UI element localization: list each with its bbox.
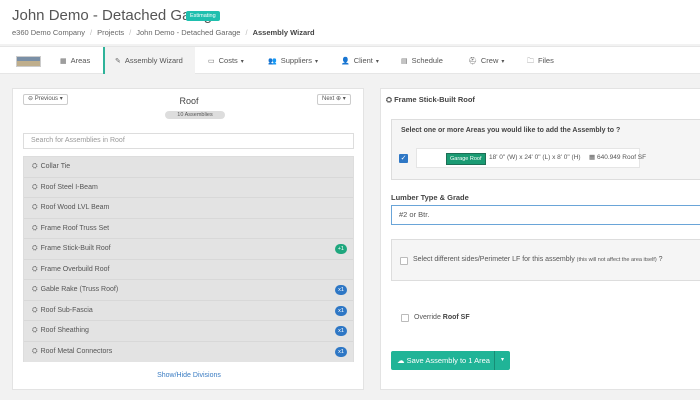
page-header: John Demo - Detached Garage Estimating e… bbox=[0, 0, 700, 44]
money-icon: ▭ bbox=[208, 58, 215, 65]
nav-suppliers[interactable]: 👥 Suppliers ▾ bbox=[268, 47, 318, 74]
help-icon: ? bbox=[616, 127, 621, 134]
perimeter-label: Select different sides/Perimeter LF for … bbox=[413, 256, 663, 263]
nav-schedule[interactable]: ▤ Schedule bbox=[401, 47, 443, 74]
area-dimensions: 18' 0" (W) x 24' 0" (L) x 8' 0" (H) bbox=[489, 154, 581, 161]
perimeter-box: Select different sides/Perimeter LF for … bbox=[391, 239, 700, 281]
cubes-icon: ⛭ bbox=[32, 163, 38, 170]
division-title: Roof bbox=[179, 96, 199, 106]
nav-assembly-wizard[interactable]: ✎ Assembly Wizard bbox=[103, 47, 195, 74]
cubes-icon: ⛭ bbox=[32, 265, 38, 273]
list-item[interactable]: ⛭ Roof Metal Connectors x1 bbox=[24, 341, 353, 362]
added-count-badge: x1 bbox=[335, 305, 347, 316]
added-count-badge: x1 bbox=[335, 285, 347, 295]
grid-icon: ▦ bbox=[60, 58, 67, 65]
area-row[interactable]: Garage Roof 18' 0" (W) x 24' 0" (L) x 8'… bbox=[416, 148, 646, 168]
nav-areas[interactable]: ▦ Areas bbox=[60, 47, 90, 74]
lumber-label: Lumber Type & Grade bbox=[391, 193, 469, 202]
override-label: Override Roof SF bbox=[414, 314, 470, 321]
area-checkbox[interactable]: ✓ bbox=[399, 154, 408, 163]
assembly-search-input[interactable]: Search for Assemblies in Roof bbox=[23, 133, 354, 149]
assembly-count-badge: 10 Assemblies bbox=[165, 111, 225, 119]
list-item[interactable]: ⛭ Roof Wood LVL Beam bbox=[24, 198, 353, 219]
calendar-icon: ▤ bbox=[401, 58, 408, 65]
list-item[interactable]: ⛭ Collar Tie bbox=[24, 157, 353, 178]
arrow-right-icon: ⊕ bbox=[336, 96, 342, 102]
breadcrumb-company[interactable]: e360 Demo Company bbox=[12, 28, 85, 37]
chevron-down-icon: ▾ bbox=[315, 59, 319, 65]
show-hide-divisions-link[interactable]: Show/Hide Divisions bbox=[13, 372, 365, 379]
nav-crew[interactable]: ⛑ Crew ▾ bbox=[468, 47, 504, 74]
added-count-badge: +1 bbox=[334, 244, 347, 254]
project-thumbnail[interactable] bbox=[16, 56, 41, 67]
chevron-down-icon: ▾ bbox=[240, 59, 244, 65]
list-item[interactable]: ⛭ Roof Sheathing x1 bbox=[24, 321, 353, 342]
override-row: Override Roof SF bbox=[391, 311, 700, 337]
wand-icon: ✎ bbox=[115, 58, 121, 65]
added-count-badge: x1 bbox=[335, 326, 347, 336]
crew-icon: ⛑ bbox=[468, 58, 477, 65]
list-item[interactable]: ⛭ Frame Roof Truss Set bbox=[24, 218, 353, 239]
grid-icon: ▦ bbox=[589, 154, 596, 161]
help-icon: ? bbox=[658, 256, 663, 263]
area-selection-box: Select one or more Areas you would like … bbox=[391, 119, 700, 180]
cubes-icon: ⛭ bbox=[32, 286, 38, 293]
next-button[interactable]: Next ⊕ ▾ bbox=[317, 94, 351, 105]
nav-files[interactable]: 🗀 Files bbox=[527, 47, 554, 74]
nav-costs[interactable]: ▭ Costs ▾ bbox=[208, 47, 244, 74]
user-icon: 👤 bbox=[341, 58, 350, 65]
list-item[interactable]: ⛭ Roof Sub-Fascia x1 bbox=[24, 300, 353, 321]
assembly-list-panel: ⊖ Previous ▾ Roof 10 Assemblies Next ⊕ ▾… bbox=[12, 88, 364, 390]
breadcrumb-current: Assembly Wizard bbox=[252, 28, 315, 37]
assembly-title: ⛭ Frame Stick-Built Roof bbox=[386, 95, 475, 104]
list-item[interactable]: ⛭ Gable Rake (Truss Roof) x1 bbox=[24, 280, 353, 301]
breadcrumb: e360 Demo Company / Projects / John Demo - D… bbox=[12, 28, 315, 37]
assembly-list: ⛭ Collar Tie ⛭ Roof Steel I-Beam ⛭ Roof Woo… bbox=[23, 156, 354, 362]
area-name-tag: Garage Roof bbox=[446, 153, 486, 165]
cubes-icon: ⛭ bbox=[32, 245, 38, 252]
added-count-badge: x1 bbox=[335, 346, 347, 357]
users-icon: 👥 bbox=[268, 58, 277, 65]
cubes-icon: ⛭ bbox=[32, 224, 38, 232]
cubes-icon: ⛭ bbox=[32, 183, 38, 191]
cubes-icon: ⛭ bbox=[32, 347, 38, 355]
override-checkbox[interactable] bbox=[401, 314, 409, 322]
areas-prompt: Select one or more Areas you would like … bbox=[401, 127, 621, 134]
chevron-down-icon: ▾ bbox=[375, 59, 379, 65]
cubes-icon: ⛭ bbox=[32, 204, 38, 211]
project-nav: ▦ Areas ✎ Assembly Wizard ▭ Costs ▾ 👥 Supplie… bbox=[0, 46, 700, 74]
save-assembly-button[interactable]: ☁ Save Assembly to 1 Area ▾ bbox=[391, 351, 510, 370]
perimeter-checkbox[interactable] bbox=[400, 257, 408, 265]
list-item[interactable]: ⛭ Roof Steel I-Beam bbox=[24, 177, 353, 198]
assembly-detail-panel: ⛭ Frame Stick-Built Roof Select one or m… bbox=[380, 88, 700, 390]
chevron-down-icon[interactable]: ▾ bbox=[494, 351, 510, 370]
cubes-icon: ⛭ bbox=[32, 327, 38, 334]
breadcrumb-projects[interactable]: Projects bbox=[97, 28, 124, 37]
list-item[interactable]: ⛭ Frame Overbuild Roof bbox=[24, 259, 353, 280]
cubes-icon: ⛭ bbox=[386, 95, 392, 104]
list-item[interactable]: ⛭ Frame Stick-Built Roof +1 bbox=[24, 239, 353, 260]
folder-icon: 🗀 bbox=[527, 58, 534, 65]
area-size: ▦ 640.949 Roof SF bbox=[589, 154, 647, 161]
status-badge: Estimating bbox=[186, 11, 220, 21]
chevron-down-icon: ▾ bbox=[501, 59, 505, 65]
cubes-icon: ⛭ bbox=[32, 306, 38, 314]
breadcrumb-project[interactable]: John Demo - Detached Garage bbox=[136, 28, 240, 37]
cloud-upload-icon: ☁ bbox=[397, 356, 405, 365]
nav-client[interactable]: 👤 Client ▾ bbox=[341, 47, 379, 74]
lumber-grade-input[interactable]: #2 or Btr. bbox=[391, 205, 700, 225]
